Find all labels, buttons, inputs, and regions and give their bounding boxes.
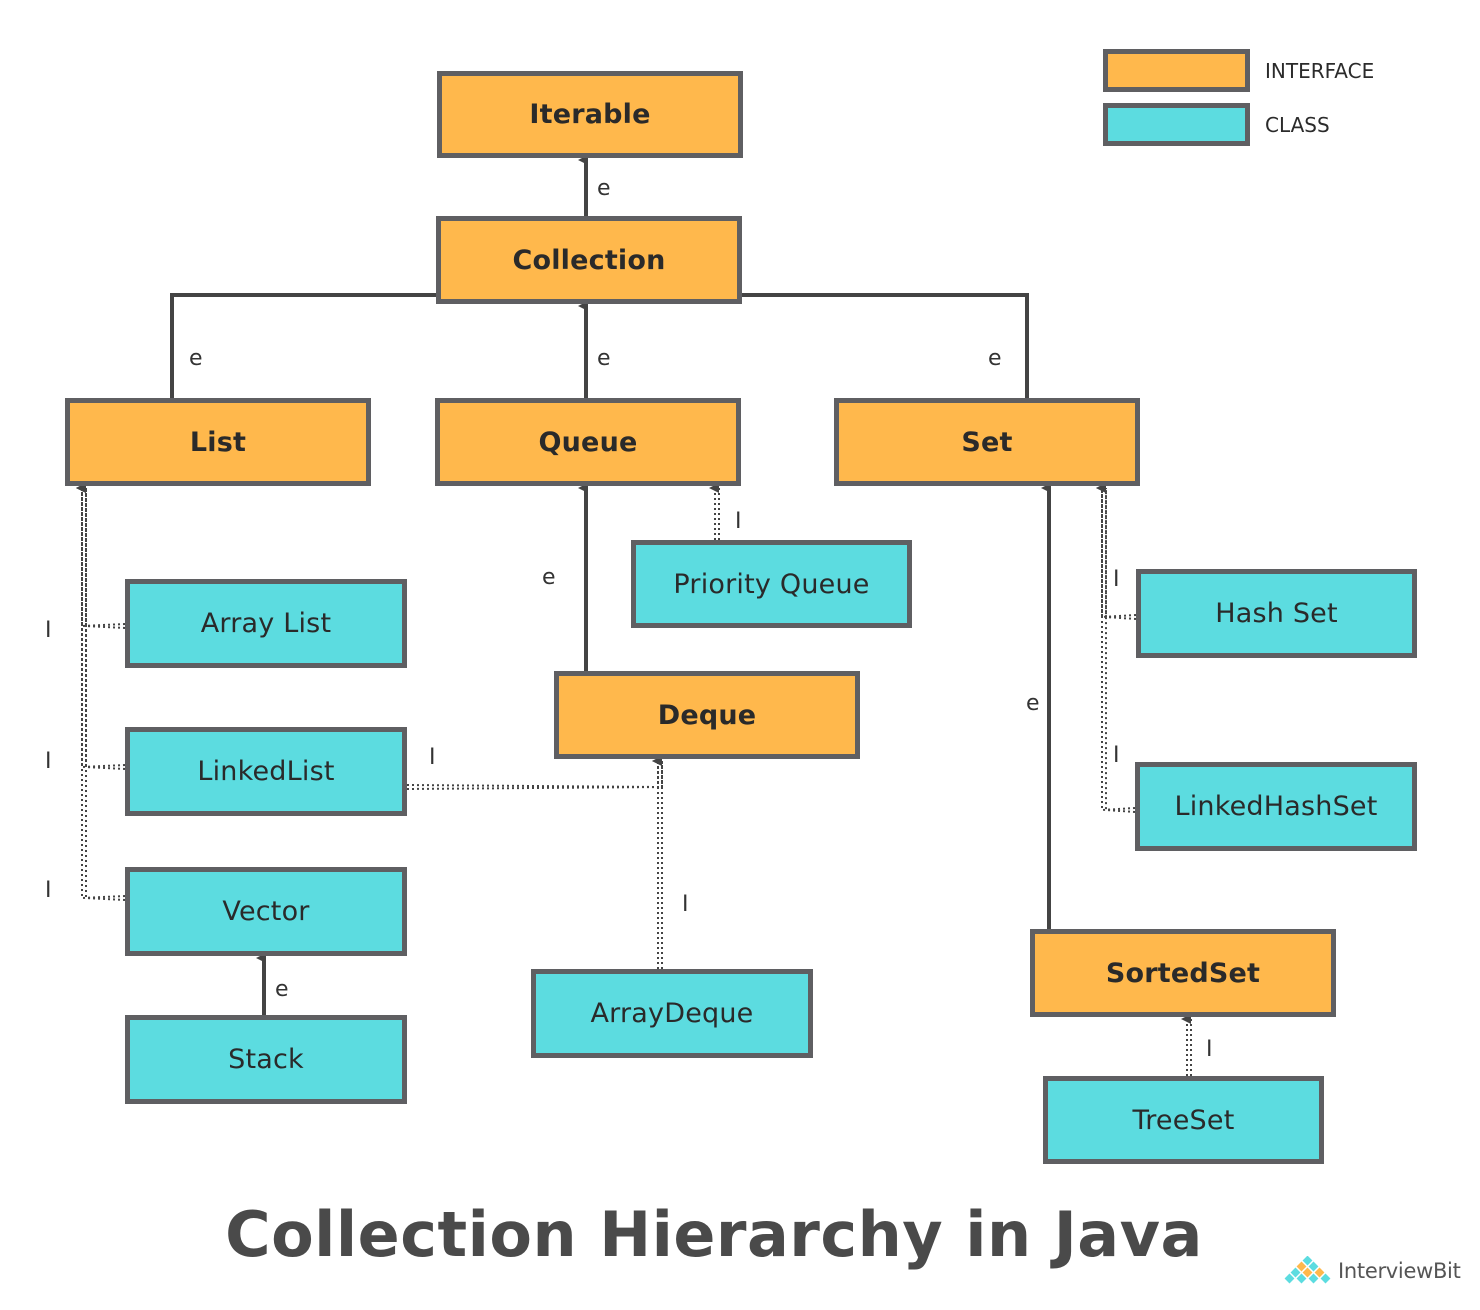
legend-class-swatch	[1103, 103, 1250, 146]
node-linked-hash-set[interactable]: LinkedHashSet	[1135, 762, 1417, 851]
node-sorted-set[interactable]: SortedSet	[1030, 929, 1336, 1017]
edge-dotted-rail	[81, 488, 126, 900]
edge-dotted-rail	[85, 488, 126, 901]
edge-priority-queue-implements-queue	[709, 483, 720, 540]
rel-label-stack-vector: e	[275, 977, 289, 1002]
rel-label-collection-iterable: e	[597, 176, 611, 201]
node-collection[interactable]: Collection	[436, 216, 742, 304]
pyramid-diamond-logo-icon	[1284, 1256, 1331, 1284]
rel-label-linked-list-deque: I	[429, 745, 436, 770]
rel-label-array-deque-deque: I	[682, 892, 689, 917]
rel-label-priority-queue-queue: I	[735, 509, 742, 534]
edge-linked-list-implements-deque	[406, 756, 663, 790]
node-label: Deque	[657, 699, 757, 731]
rel-label-tree-set-sorted-set: I	[1206, 1037, 1213, 1062]
node-label: LinkedList	[197, 756, 335, 787]
node-label: Set	[961, 426, 1013, 458]
edge-dotted-rail	[406, 761, 663, 790]
node-array-deque[interactable]: ArrayDeque	[531, 969, 813, 1058]
node-set[interactable]: Set	[834, 398, 1140, 486]
node-label: Stack	[228, 1044, 304, 1075]
edge-solid-line	[170, 293, 436, 398]
rel-label-sorted-set-set: e	[1026, 691, 1040, 716]
node-deque[interactable]: Deque	[554, 671, 860, 759]
edge-set-extends-collection	[742, 293, 1029, 398]
node-label: Iterable	[529, 99, 651, 130]
rel-label-list-collection: e	[189, 346, 203, 371]
node-array-list[interactable]: Array List	[125, 579, 407, 668]
edge-hash-set-implements-set	[1096, 483, 1137, 620]
edge-dotted-rail	[85, 488, 126, 629]
edge-vector-implements-list	[76, 483, 126, 901]
node-label: Array List	[200, 608, 332, 639]
rel-label-hash-set-set: I	[1113, 567, 1120, 592]
rel-label-vector-list: I	[45, 878, 52, 903]
edge-dotted-rail	[1101, 488, 1137, 619]
node-label: Collection	[512, 244, 666, 276]
rel-label-linked-hash-set-set: I	[1113, 743, 1120, 768]
node-label: TreeSet	[1132, 1104, 1235, 1136]
node-tree-set[interactable]: TreeSet	[1043, 1076, 1324, 1164]
node-label: Queue	[538, 426, 638, 458]
rel-label-queue-collection: e	[597, 346, 611, 371]
brand-name: InterviewBit	[1338, 1259, 1461, 1283]
node-linked-list[interactable]: LinkedList	[125, 727, 407, 816]
node-iterable[interactable]: Iterable	[437, 71, 743, 158]
brand-logo[interactable]: InterviewBit	[1282, 1256, 1461, 1286]
node-list[interactable]: List	[65, 398, 371, 486]
node-hash-set[interactable]: Hash Set	[1136, 569, 1417, 658]
node-priority-queue[interactable]: Priority Queue	[631, 540, 912, 628]
node-label: Hash Set	[1215, 598, 1338, 629]
rel-label-array-list-list: I	[45, 618, 52, 643]
node-label: List	[189, 426, 247, 458]
edge-tree-set-implements-sorted-set	[1181, 1014, 1192, 1076]
edge-dotted-rail	[1105, 488, 1137, 620]
edge-list-extends-collection	[170, 293, 436, 398]
node-queue[interactable]: Queue	[435, 398, 741, 486]
node-label: SortedSet	[1105, 957, 1261, 989]
rel-label-set-collection: e	[988, 346, 1002, 371]
node-label: LinkedHashSet	[1174, 791, 1378, 822]
node-stack[interactable]: Stack	[125, 1015, 407, 1104]
edge-dotted-rail	[81, 488, 126, 628]
rel-label-deque-queue: e	[542, 565, 556, 590]
node-vector[interactable]: Vector	[125, 867, 407, 956]
edge-dotted-rail	[406, 761, 659, 789]
edge-solid-line	[742, 293, 1029, 398]
legend-class-label: CLASS	[1265, 113, 1330, 137]
edge-array-deque-implements-deque	[652, 756, 663, 969]
edge-dotted-rail	[1105, 488, 1136, 813]
node-label: Vector	[222, 896, 310, 927]
legend-interface-swatch	[1103, 49, 1250, 92]
legend-interface-label: INTERFACE	[1265, 59, 1375, 83]
diagram-title: Collection Hierarchy in Java	[225, 1198, 1203, 1271]
node-label: ArrayDeque	[590, 998, 754, 1029]
rel-label-linked-list-list: I	[45, 749, 52, 774]
node-label: Priority Queue	[673, 568, 870, 600]
edge-array-list-implements-list	[76, 483, 126, 629]
